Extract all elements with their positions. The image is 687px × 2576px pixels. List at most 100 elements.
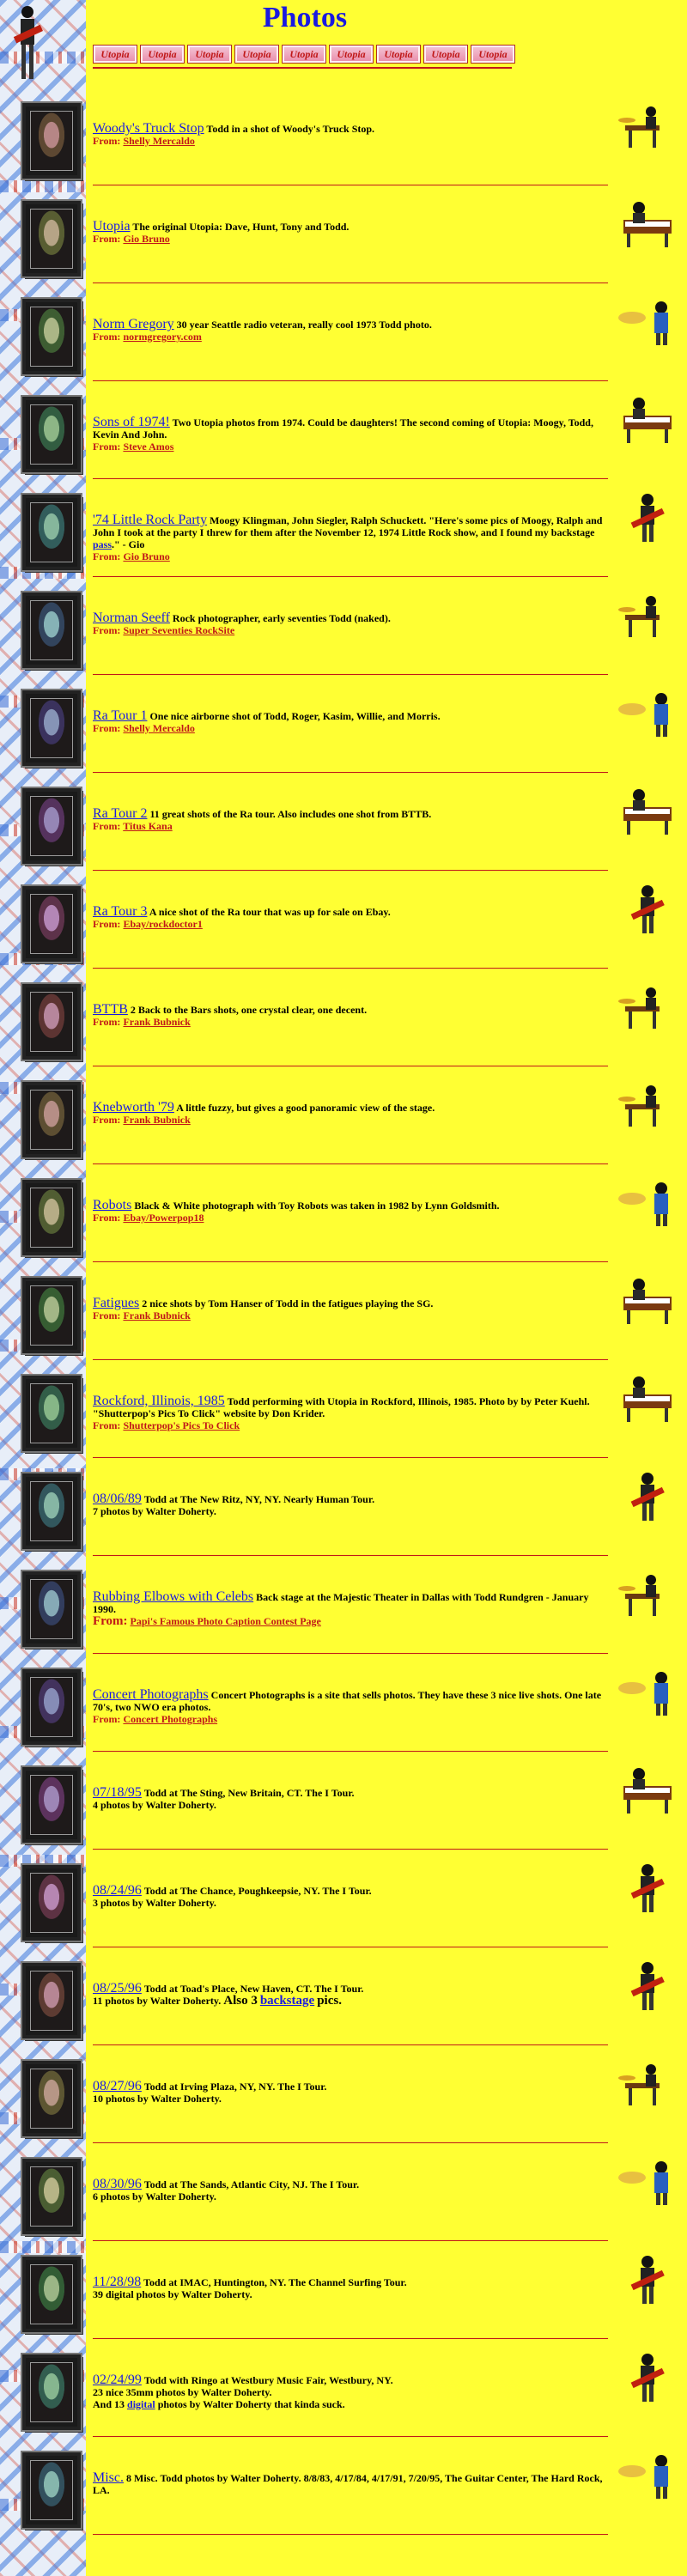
- entry-divider: [93, 576, 608, 577]
- thumbnail-photo[interactable]: [22, 2354, 81, 2430]
- entry-title-link[interactable]: BTTB: [93, 1002, 128, 1017]
- source-link[interactable]: normgregory.com: [123, 331, 201, 343]
- thumbnail-photo[interactable]: [22, 984, 81, 1060]
- thumbnail-photo[interactable]: [22, 1865, 81, 1941]
- thumbnail-photo[interactable]: [22, 2159, 81, 2234]
- source-credit: From: Shutterpop's Pics To Click: [93, 1419, 608, 1431]
- from-label: From:: [93, 918, 121, 930]
- entry-title-link[interactable]: Misc.: [93, 2470, 124, 2485]
- source-credit: From: normgregory.com: [93, 331, 608, 343]
- entry-title-link[interactable]: Norman Seeff: [93, 611, 170, 625]
- photo-entry: 08/06/89 Todd at The New Ritz, NY, NY. N…: [0, 1467, 687, 1564]
- thumbnail-photo[interactable]: [22, 2452, 81, 2528]
- entry-title-link[interactable]: Knebworth '79: [93, 1100, 174, 1115]
- entry-title-link[interactable]: Ra Tour 3: [93, 904, 147, 919]
- photo-entry: Robots Black & White photograph with Toy…: [0, 1173, 687, 1270]
- entry-description-tail: ." - Gio: [112, 538, 145, 550]
- entry-title-link[interactable]: 02/24/99: [93, 2372, 142, 2387]
- thumbnail-photo[interactable]: [22, 1473, 81, 1549]
- source-link[interactable]: Steve Amos: [123, 440, 173, 453]
- thumbnail-photo[interactable]: [22, 2257, 81, 2332]
- entry-title-link[interactable]: 11/28/98: [93, 2275, 141, 2289]
- source-link[interactable]: Titus Kana: [123, 820, 172, 832]
- thumbnail-photo[interactable]: [22, 201, 81, 276]
- thumbnail-photo[interactable]: [22, 1376, 81, 1451]
- entry-body: Fatigues 2 nice shots by Tom Hanser of T…: [93, 1296, 608, 1322]
- source-link[interactable]: Shutterpop's Pics To Click: [123, 1419, 240, 1431]
- entry-divider: [93, 968, 608, 969]
- entry-title-link[interactable]: Norm Gregory: [93, 317, 174, 331]
- entry-title-link[interactable]: '74 Little Rock Party: [93, 513, 207, 527]
- entry-body: Utopia The original Utopia: Dave, Hunt, …: [93, 219, 608, 246]
- drummer-icon: [618, 987, 660, 1029]
- thumbnail-photo[interactable]: [22, 2061, 81, 2136]
- thumbnail-photo[interactable]: [22, 1571, 81, 1647]
- source-link[interactable]: Frank Bubnick: [123, 1309, 190, 1321]
- entry-title-link[interactable]: Rubbing Elbows with Celebs: [93, 1589, 253, 1604]
- entry-title-link[interactable]: 08/24/96: [93, 1883, 142, 1898]
- thumbnail-photo[interactable]: [22, 1669, 81, 1745]
- entry-title-link[interactable]: 08/06/89: [93, 1492, 142, 1506]
- photo-entry: '74 Little Rock Party Moogy Klingman, Jo…: [0, 488, 687, 585]
- source-link[interactable]: Ebay/Powerpop18: [123, 1212, 204, 1224]
- source-link[interactable]: Ebay/rockdoctor1: [123, 918, 202, 930]
- source-credit: From: Shelly Mercaldo: [93, 722, 608, 734]
- thumbnail-image: [30, 698, 73, 758]
- entry-title-link[interactable]: 08/25/96: [93, 1981, 142, 1996]
- source-link[interactable]: Super Seventies RockSite: [123, 624, 234, 636]
- entry-description: 8 Misc. Todd photos by Walter Doherty. 8…: [93, 2472, 603, 2496]
- thumbnail-photo[interactable]: [22, 886, 81, 962]
- thumbnail-photo[interactable]: [22, 592, 81, 668]
- thumbnail-photo[interactable]: [22, 1963, 81, 2038]
- thumbnail-photo[interactable]: [22, 397, 81, 472]
- utopia-logo-tile: Utopia: [282, 45, 326, 64]
- thumbnail-photo[interactable]: [22, 1767, 81, 1843]
- from-label: From:: [93, 722, 121, 734]
- source-link[interactable]: Gio Bruno: [123, 550, 169, 562]
- thumbnail-photo[interactable]: [22, 788, 81, 864]
- guitarist-icon: [630, 1473, 665, 1521]
- source-link[interactable]: Papi's Famous Photo Caption Contest Page: [131, 1615, 321, 1627]
- pass-link[interactable]: pass: [93, 538, 112, 550]
- entry-title-link[interactable]: Rockford, Illinois, 1985: [93, 1394, 225, 1408]
- entry-title-link[interactable]: Fatigues: [93, 1296, 139, 1310]
- source-link[interactable]: Frank Bubnick: [123, 1016, 190, 1028]
- keyboardist-icon: [623, 1768, 672, 1814]
- entry-divider: [93, 478, 608, 479]
- entry-title-link[interactable]: Robots: [93, 1198, 131, 1212]
- source-link[interactable]: Gio Bruno: [123, 233, 169, 245]
- thumbnail-photo[interactable]: [22, 1278, 81, 1353]
- entry-title-link[interactable]: 07/18/95: [93, 1785, 142, 1800]
- thumbnail-photo[interactable]: [22, 1180, 81, 1255]
- source-link[interactable]: Shelly Mercaldo: [123, 722, 194, 734]
- thumbnail-photo[interactable]: [22, 1082, 81, 1157]
- source-link[interactable]: Shelly Mercaldo: [123, 135, 194, 147]
- source-link[interactable]: Concert Photographs: [123, 1713, 217, 1725]
- entry-title-link[interactable]: Sons of 1974!: [93, 415, 170, 429]
- thumbnail-image: [30, 1090, 73, 1150]
- from-label: From:: [93, 820, 121, 832]
- singer-icon: [618, 2161, 668, 2205]
- entry-body: Sons of 1974! Two Utopia photos from 197…: [93, 416, 608, 453]
- entry-description: Todd at Irving Plaza, NY, NY. The I Tour…: [143, 2081, 327, 2093]
- thumbnail-photo[interactable]: [22, 103, 81, 179]
- entry-title-link[interactable]: Concert Photographs: [93, 1687, 209, 1702]
- backstage-link[interactable]: backstage: [260, 1994, 314, 2008]
- entry-title-link[interactable]: Ra Tour 2: [93, 806, 147, 821]
- entry-title-link[interactable]: 08/30/96: [93, 2177, 142, 2191]
- thumbnail-photo[interactable]: [22, 299, 81, 374]
- entry-title-link[interactable]: 08/27/96: [93, 2079, 142, 2093]
- thumbnail-photo[interactable]: [22, 690, 81, 766]
- digital-photos-link[interactable]: digital: [127, 2398, 155, 2410]
- entry-title-link[interactable]: Utopia: [93, 219, 131, 234]
- source-link[interactable]: Frank Bubnick: [123, 1114, 190, 1126]
- entry-body: Concert Photographs Concert Photographs …: [93, 1687, 608, 1726]
- entry-description: A little fuzzy, but gives a good panoram…: [176, 1102, 435, 1114]
- thumbnail-photo[interactable]: [22, 495, 81, 570]
- thumbnail-image: [30, 1383, 73, 1443]
- from-label: From:: [93, 1614, 128, 1628]
- entry-title-link[interactable]: Ra Tour 1: [93, 708, 147, 723]
- from-label: From:: [93, 440, 121, 453]
- photo-entry: 08/25/96 Todd at Toad's Place, New Haven…: [0, 1956, 687, 2053]
- entry-title-link[interactable]: Woody's Truck Stop: [93, 121, 204, 136]
